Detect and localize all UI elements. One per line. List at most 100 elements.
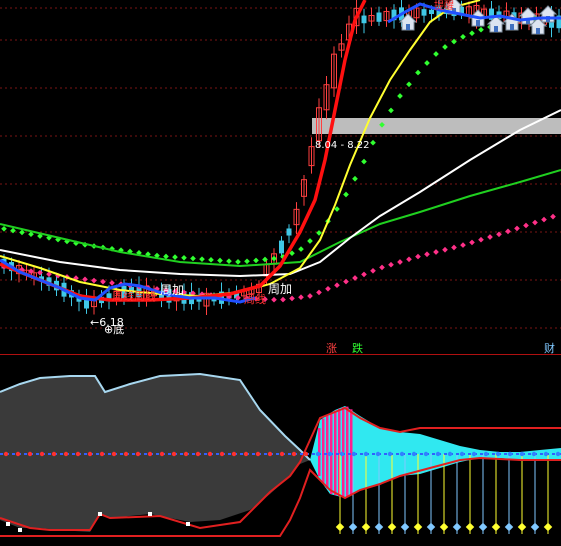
zero-dot — [220, 452, 224, 456]
zero-dot — [232, 452, 236, 456]
pink-dot — [388, 262, 394, 268]
magenta-bar — [326, 416, 329, 488]
magenta-bar — [334, 411, 337, 495]
white-marker — [18, 528, 22, 532]
zero-dot — [196, 452, 200, 456]
candle-body — [362, 16, 367, 24]
zero-dot — [112, 452, 116, 456]
pink-dot — [343, 279, 349, 285]
zero-dot — [160, 452, 164, 456]
green-dot — [352, 176, 358, 182]
zero-dot — [208, 452, 212, 456]
pink-dot — [460, 242, 466, 248]
house-icon — [520, 8, 536, 24]
signal-marker — [466, 523, 474, 531]
signal-marker — [388, 523, 396, 531]
signal-marker — [440, 523, 448, 531]
zero-dot — [76, 452, 80, 456]
zero-dot — [52, 452, 56, 456]
green-dot — [172, 254, 178, 260]
top-reminder-label: 提醒 — [434, 0, 454, 12]
rise-label: 涨 — [326, 342, 337, 355]
green-dot — [217, 258, 223, 264]
zero-dot — [316, 452, 320, 456]
pink-dot — [505, 229, 511, 235]
zero-dot — [88, 452, 92, 456]
zero-dot — [100, 452, 104, 456]
green-dot — [469, 30, 475, 36]
zero-dot — [292, 452, 296, 456]
signal-marker — [414, 523, 422, 531]
zero-dot — [148, 452, 152, 456]
pink-dot — [316, 290, 322, 296]
green-dot — [370, 140, 376, 146]
stock-chart[interactable]: ←6.18 ⊕底 周加 周加 周线周线 周线 8.04 - 8.22 提醒 涨 … — [0, 0, 561, 542]
white-marker — [6, 522, 10, 526]
weekly-add-label-1: 周加 — [160, 283, 184, 297]
green-dot — [226, 258, 232, 264]
green-dot — [253, 258, 259, 264]
pink-dot — [532, 220, 538, 226]
zero-dot — [556, 452, 560, 456]
zero-dot — [532, 452, 536, 456]
pink-dot — [487, 234, 493, 240]
green-dot — [415, 70, 421, 76]
signal-marker — [479, 523, 487, 531]
zero-dot — [352, 452, 356, 456]
zero-dot — [172, 452, 176, 456]
main-price-panel[interactable] — [0, 0, 561, 315]
signal-marker — [349, 523, 357, 531]
green-dot — [388, 108, 394, 114]
signal-marker — [492, 523, 500, 531]
green-dot — [397, 93, 403, 99]
zero-dot — [448, 452, 452, 456]
pink-dot — [424, 251, 430, 257]
signal-marker — [375, 523, 383, 531]
pink-dot — [361, 272, 367, 278]
green-dot — [208, 257, 214, 263]
pink-dot — [469, 240, 475, 246]
indicator-panel[interactable] — [0, 374, 561, 536]
signal-marker — [544, 523, 552, 531]
zero-dot — [268, 452, 272, 456]
zero-dot — [508, 452, 512, 456]
weekly-red-overlay-1: 周线周线 — [112, 289, 156, 303]
pink-dot — [109, 280, 115, 286]
green-dot — [361, 159, 367, 165]
pink-dot — [289, 296, 295, 302]
signal-marker — [362, 523, 370, 531]
signal-marker — [453, 523, 461, 531]
white-marker — [148, 512, 152, 516]
pink-dot — [370, 268, 376, 274]
chart-canvas[interactable]: ←6.18 ⊕底 周加 周加 周线周线 周线 8.04 - 8.22 提醒 涨 … — [0, 0, 561, 542]
green-dot — [442, 44, 448, 50]
magenta-bar — [346, 407, 349, 498]
green-dot — [424, 60, 430, 66]
pink-dot — [82, 277, 88, 283]
pink-dot — [307, 293, 313, 299]
pink-dot — [541, 217, 547, 223]
weekly-add-label-2: 周加 — [268, 282, 292, 296]
green-dot — [244, 258, 250, 264]
zero-dot — [436, 452, 440, 456]
mid-moving-average-line — [0, 0, 480, 296]
green-dot — [406, 81, 412, 87]
pink-dot — [397, 259, 403, 265]
green-dot — [271, 256, 277, 262]
zero-dot — [544, 452, 548, 456]
grey-cloud-area — [0, 374, 310, 532]
green-dot — [298, 246, 304, 252]
zero-dot — [64, 452, 68, 456]
green-dot — [10, 228, 16, 234]
pink-dot — [271, 297, 277, 303]
green-dot — [235, 259, 241, 265]
zero-dot — [124, 452, 128, 456]
pink-dot — [550, 214, 556, 220]
pink-dot — [451, 245, 457, 251]
green-dot-indicator — [1, 16, 538, 265]
green-dot — [343, 192, 349, 198]
pink-dot — [514, 226, 520, 232]
signal-marker — [518, 523, 526, 531]
zero-dot — [244, 452, 248, 456]
zero-dot — [136, 452, 140, 456]
